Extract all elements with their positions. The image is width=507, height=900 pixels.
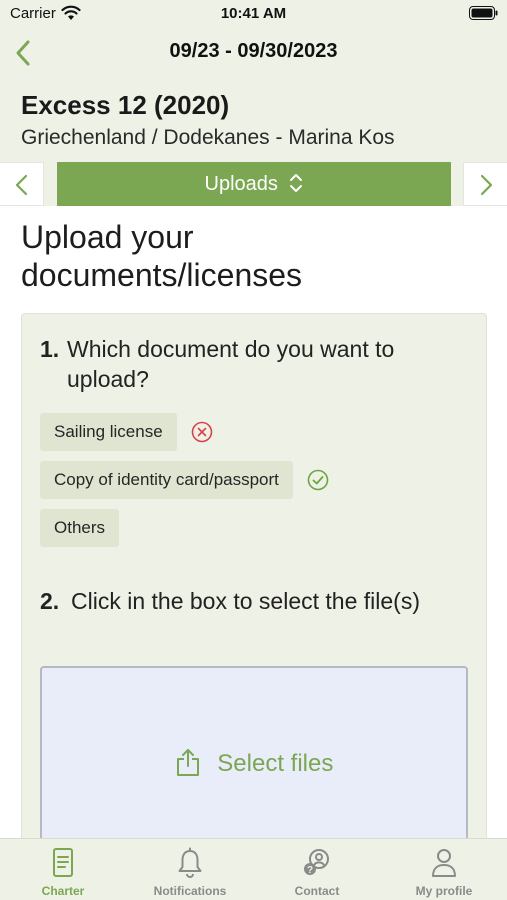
- tab-bar: Charter Notifications ? Contact My profi…: [0, 838, 507, 900]
- document-icon: [53, 848, 73, 877]
- document-option-row: Others: [40, 509, 120, 547]
- tab-contact-label: Contact: [294, 884, 340, 898]
- step-one: 1. Which document do you want to upload?: [40, 334, 470, 394]
- next-section-button[interactable]: [463, 162, 507, 206]
- document-option-row: Copy of identity card/passport: [40, 461, 329, 499]
- section-dropdown-button[interactable]: Uploads: [57, 162, 451, 206]
- step-two: 2. Click in the box to select the file(s…: [40, 586, 470, 616]
- step-one-number: 1.: [40, 336, 60, 362]
- step-one-question: Which document do you want to upload?: [67, 336, 395, 392]
- document-option-sailing-license[interactable]: Sailing license: [40, 413, 177, 451]
- tab-contact[interactable]: ? Contact: [254, 839, 380, 900]
- tab-charter-label: Charter: [41, 884, 85, 898]
- tab-charter[interactable]: Charter: [0, 839, 126, 900]
- upload-share-icon: [176, 748, 199, 776]
- tab-my-profile-label: My profile: [415, 884, 473, 898]
- chevron-up-down-icon: [290, 173, 303, 192]
- tab-my-profile[interactable]: My profile: [381, 839, 507, 900]
- chevron-right-icon: [480, 174, 493, 196]
- chevron-left-icon: [15, 174, 28, 196]
- date-range-title: 09/23 - 09/30/2023: [169, 40, 338, 62]
- boat-location: Griechenland / Dodekanes - Marina Kos: [21, 126, 395, 149]
- select-files-label: Select files: [217, 750, 334, 777]
- support-icon: ?: [304, 849, 329, 876]
- battery-icon: [469, 6, 498, 20]
- upload-card: 1. Which document do you want to upload?…: [21, 313, 487, 873]
- error-circle-icon: [191, 421, 213, 443]
- section-selector: Uploads: [0, 162, 507, 206]
- step-two-instruction: Click in the box to select the file(s): [71, 588, 420, 614]
- check-circle-icon: [308, 469, 329, 491]
- tab-notifications-label: Notifications: [153, 884, 227, 898]
- person-icon: [432, 849, 456, 877]
- tab-notifications[interactable]: Notifications: [127, 839, 253, 900]
- page-heading: Upload your documents/licenses: [21, 219, 303, 293]
- document-option-others[interactable]: Others: [40, 509, 120, 547]
- status-time: 10:41 AM: [220, 5, 287, 22]
- bell-icon: [178, 847, 202, 878]
- select-files-prompt: Select files: [42, 748, 466, 778]
- previous-section-button[interactable]: [0, 162, 44, 206]
- step-two-number: 2.: [40, 588, 60, 614]
- section-label: Uploads: [204, 173, 278, 195]
- navigation-bar: 09/23 - 09/30/2023: [0, 34, 507, 70]
- document-option-identity-card[interactable]: Copy of identity card/passport: [40, 461, 293, 499]
- document-option-row: Sailing license: [40, 413, 213, 451]
- file-dropzone[interactable]: Select files: [40, 666, 468, 866]
- status-bar: Carrier 10:41 AM: [0, 0, 507, 28]
- boat-name: Excess 12 (2020): [21, 90, 230, 120]
- svg-text:?: ?: [307, 865, 313, 876]
